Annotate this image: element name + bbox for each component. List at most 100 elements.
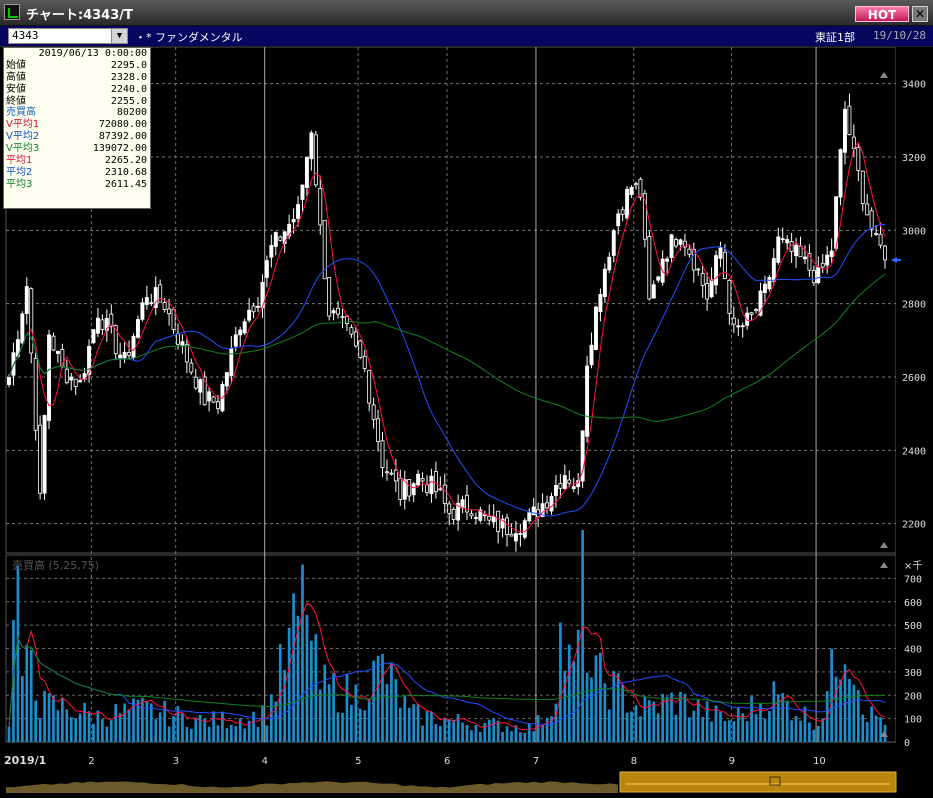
volume-tick-label: 300 [904,668,922,679]
data-row-value: 80200 [116,107,147,119]
candle-body [571,486,576,490]
volume-bar [407,707,411,742]
volume-bar [479,731,482,742]
volume-bar [256,726,260,742]
volume-bar [607,709,611,742]
candle-body [211,396,216,403]
close-button[interactable]: ✕ [912,6,928,22]
volume-bar [848,679,851,742]
data-row-label: 売買高 [6,107,36,119]
fundamental-link[interactable]: ・* ファンダメンタル [135,29,243,45]
volume-bar [61,697,64,742]
candle [29,287,34,364]
data-row-value: 2310.68 [104,166,147,178]
month-label: 10 [813,756,826,767]
candle-body [620,209,625,215]
volume-bar [390,662,393,742]
data-row-value: 2255.0 [110,95,147,107]
chart-scrollbar[interactable] [0,769,933,794]
candle-body [731,317,736,325]
volume-bar [754,714,758,742]
volume-bar [585,672,589,742]
volume-bar [332,672,335,742]
candle-body [47,334,51,421]
volume-bar [203,718,206,742]
candle [585,355,590,443]
data-row-label: 終値 [6,95,26,107]
candle-body [176,333,180,345]
hot-button[interactable]: HOT [855,6,909,22]
candle [767,274,772,292]
candle-body [513,533,518,542]
data-row: 売買高 80200 [4,107,150,119]
volume-bar [394,679,398,742]
symbol-combobox[interactable]: 4343 [8,28,128,44]
volume-bar [96,710,100,742]
candle-body [736,325,741,328]
chart-toolbar: 4343 ▼ ・* ファンダメンタル 東証1部 19/10/28 [0,26,933,47]
candle [625,186,630,221]
candle-body [251,305,256,313]
candle [594,305,598,351]
candle [327,277,332,321]
volume-bar [545,717,549,742]
data-row-label: 始値 [6,59,26,71]
candle-body [616,213,621,227]
data-row-label: 安値 [6,83,26,95]
candle-body [180,341,185,346]
volume-bar [87,711,91,742]
candle-body [447,503,452,514]
window-titlebar: チャート:4343/T HOT ✕ [0,0,933,26]
data-row-value: 2240.0 [110,83,147,95]
volume-bar [465,724,469,742]
chevron-down-icon[interactable]: ▼ [111,28,128,44]
candle-body [656,276,661,281]
candle-body [678,239,683,245]
volume-bar [732,721,736,742]
volume-bar [154,719,158,742]
volume-bar [363,710,367,742]
candle-body [602,268,607,297]
date-label: 19/10/28 [873,29,926,42]
candle-body [820,262,825,268]
candle-body [816,267,821,283]
volume-bar [421,725,424,742]
volume-bar [701,716,705,742]
volume-bar [714,705,718,742]
candle-body [714,255,718,286]
volume-bar [741,713,745,742]
volume-bar [852,684,856,742]
volume-bar [879,717,882,742]
volume-tick-label: 0 [904,738,910,749]
volume-bar [21,676,24,742]
candle [647,230,652,301]
candle-body [127,352,132,356]
candle [38,415,43,500]
candle [580,430,585,489]
volume-bar [603,683,607,742]
volume-bar [487,719,491,742]
volume-bar [763,718,767,742]
data-row: 安値 2240.0 [4,84,150,96]
volume-bar [692,710,696,742]
volume-bar [221,711,224,742]
volume-bar [158,712,162,742]
candle [131,333,136,360]
volume-bar [261,705,264,742]
candle-body [794,244,799,257]
volume-bar [870,706,873,742]
volume-bar [16,565,20,742]
volume-bar [719,711,722,742]
candle-body [709,279,714,298]
price-tick-label: 2200 [902,520,926,531]
candle-body [167,308,172,315]
candle-body [553,485,558,496]
data-row: 高値 2328.0 [4,72,150,84]
candle-body [189,362,194,373]
volume-bar [69,717,73,742]
candle-body [674,239,678,247]
candle-body [318,188,323,226]
candle-body [700,273,705,286]
candle-body [567,479,572,484]
candle-body [340,316,345,318]
